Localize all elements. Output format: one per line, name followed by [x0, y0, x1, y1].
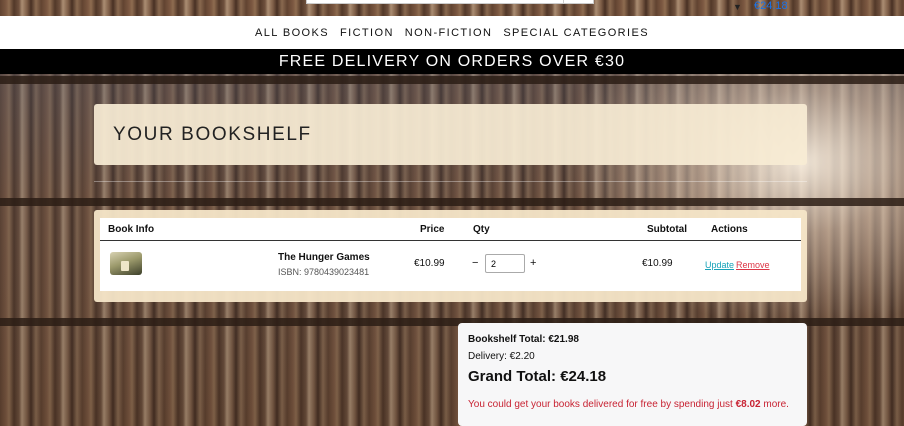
- bookshelf-table-panel: Book Info Price Qty Subtotal Actions The…: [94, 210, 807, 302]
- background-shelf: [0, 198, 904, 206]
- free-delivery-message-prefix: You could get your books delivered for f…: [468, 399, 736, 410]
- search-button[interactable]: [563, 0, 593, 4]
- free-delivery-amount: €8.02: [735, 399, 761, 410]
- page-title: YOUR BOOKSHELF: [113, 123, 312, 145]
- order-totals-card: Bookshelf Total: €21.98 Delivery: €2.20 …: [458, 323, 807, 426]
- column-header-qty: Qty: [473, 224, 490, 235]
- background-shelf: [0, 76, 904, 84]
- nav-item-non-fiction[interactable]: NON-FICTION: [405, 27, 493, 39]
- cart-total-link[interactable]: €24.18: [754, 0, 788, 12]
- top-bar: ▼ €24.18: [0, 0, 904, 16]
- bookshelf-table: Book Info Price Qty Subtotal Actions The…: [100, 218, 801, 291]
- column-header-price: Price: [420, 224, 445, 235]
- qty-increment-button[interactable]: +: [530, 257, 536, 269]
- book-isbn: ISBN: 9780439023481: [278, 267, 370, 277]
- column-header-subtotal: Subtotal: [647, 224, 687, 235]
- update-link[interactable]: Update: [705, 260, 734, 270]
- search-input[interactable]: [306, 0, 594, 4]
- column-header-actions: Actions: [711, 224, 748, 235]
- bookshelf-total: Bookshelf Total: €21.98: [468, 334, 579, 345]
- nav-item-fiction[interactable]: FICTION: [340, 27, 394, 39]
- delivery-cost: Delivery: €2.20: [468, 351, 535, 362]
- delivery-banner: FREE DELIVERY ON ORDERS OVER €30: [0, 49, 904, 74]
- grand-total: Grand Total: €24.18: [468, 368, 607, 385]
- qty-decrement-button[interactable]: −: [472, 257, 478, 269]
- qty-input[interactable]: [485, 254, 525, 273]
- book-cover-image: [110, 252, 142, 275]
- column-header-book-info: Book Info: [108, 224, 155, 235]
- main-nav: ALL BOOKS FICTION NON-FICTION SPECIAL CA…: [0, 16, 904, 49]
- chevron-down-icon[interactable]: ▼: [733, 2, 742, 12]
- delivery-banner-text: FREE DELIVERY ON ORDERS OVER €30: [278, 52, 626, 70]
- free-delivery-message-suffix: more.: [760, 399, 789, 410]
- book-title: The Hunger Games: [278, 252, 370, 263]
- nav-item-special-categories[interactable]: SPECIAL CATEGORIES: [503, 27, 649, 39]
- book-price: €10.99: [414, 258, 445, 269]
- nav-item-all-books[interactable]: ALL BOOKS: [255, 27, 329, 39]
- remove-link[interactable]: Remove: [736, 260, 770, 270]
- row-subtotal: €10.99: [642, 258, 673, 269]
- free-delivery-message: You could get your books delivered for f…: [468, 399, 789, 410]
- page-heading-card: YOUR BOOKSHELF: [94, 104, 807, 165]
- heading-divider: [94, 181, 807, 182]
- header-rule: [100, 240, 801, 241]
